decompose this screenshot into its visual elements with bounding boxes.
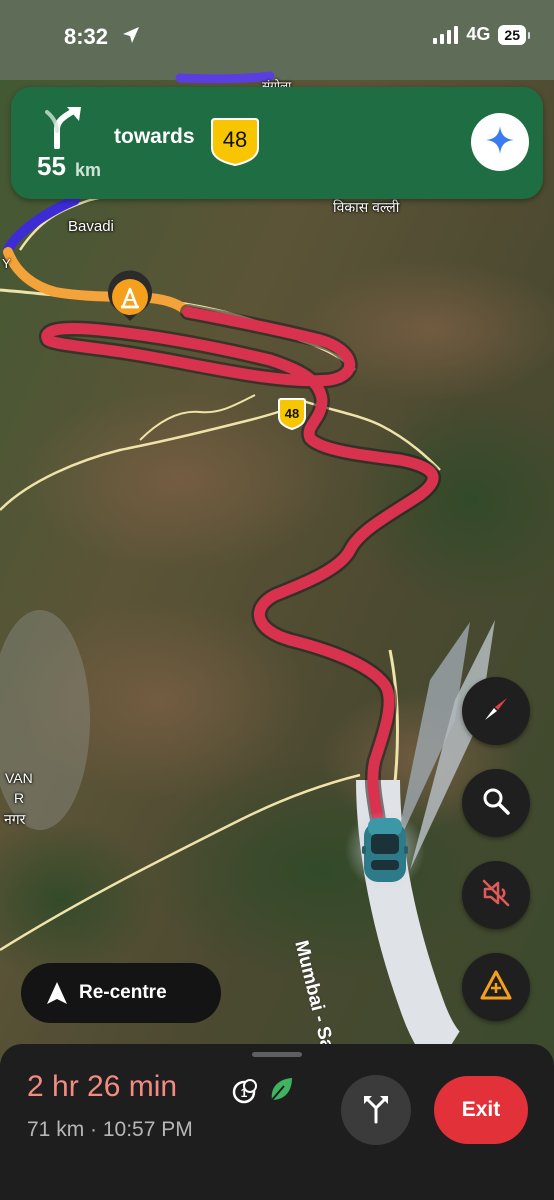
map-label-road-edge: Y	[2, 256, 11, 271]
location-arrow-icon	[122, 26, 140, 49]
compass-icon	[481, 694, 511, 729]
status-indicators: 4G 25	[433, 24, 530, 45]
exit-button[interactable]: Exit	[434, 1076, 528, 1144]
map-label-r: R	[14, 790, 25, 806]
car-icon	[362, 818, 408, 882]
signal-icon	[433, 25, 459, 44]
recentre-label: Re-centre	[79, 982, 167, 1003]
map-label-van: VAN	[5, 770, 33, 786]
map-label-bavadi: Bavadi	[68, 218, 114, 235]
compass-button[interactable]	[462, 677, 530, 745]
navigation-banner[interactable]: 55 km towards 48	[11, 87, 543, 199]
map-label-nagar: नगर	[4, 811, 26, 827]
trip-summary-panel[interactable]: 2 hr 26 min 1 71 km · 10:57 PM Exit	[0, 1044, 554, 1200]
status-bar: 8:32 4G 25	[0, 0, 554, 76]
route-start-segment	[175, 71, 275, 84]
report-incident-button[interactable]	[462, 953, 530, 1021]
map-road-shield: 48	[278, 398, 306, 431]
navigation-arrow-icon	[47, 982, 67, 1004]
alternate-routes-button[interactable]	[341, 1075, 411, 1145]
maneuver-distance-unit: km	[75, 160, 102, 180]
search-button[interactable]	[462, 769, 530, 837]
trip-separator: ·	[84, 1118, 103, 1141]
map-label-vikas-valli: विकास वल्ली	[333, 199, 400, 215]
sound-off-icon	[481, 878, 511, 913]
trip-duration: 2 hr 26 min	[27, 1070, 178, 1103]
trip-details: 71 km · 10:57 PM	[27, 1118, 193, 1142]
assistant-button[interactable]	[471, 113, 529, 171]
svg-text:1: 1	[241, 1086, 248, 1100]
trip-arrival: 10:57 PM	[102, 1118, 193, 1141]
alternate-routes-icon	[360, 1092, 392, 1129]
route-shield-badge: 48	[210, 118, 260, 171]
sparkle-icon	[486, 125, 514, 159]
status-time: 8:32	[64, 24, 109, 49]
search-icon	[481, 786, 511, 821]
route-info-icon[interactable]: 1	[230, 1078, 258, 1111]
network-type: 4G	[466, 24, 491, 44]
trip-distance: 71 km	[27, 1118, 85, 1141]
mute-button[interactable]	[462, 861, 530, 929]
battery-icon: 25	[498, 24, 530, 45]
turn-slight-right-icon	[45, 107, 85, 154]
route-shield-label: 48	[223, 127, 247, 152]
map-road-shield-label: 48	[285, 406, 299, 421]
panel-drag-handle[interactable]	[252, 1052, 302, 1057]
maneuver-distance: 55	[37, 151, 66, 181]
eco-leaf-icon	[268, 1076, 294, 1109]
report-incident-icon	[479, 969, 513, 1006]
towards-label: towards	[114, 125, 195, 148]
recentre-button[interactable]: Re-centre	[21, 963, 221, 1023]
